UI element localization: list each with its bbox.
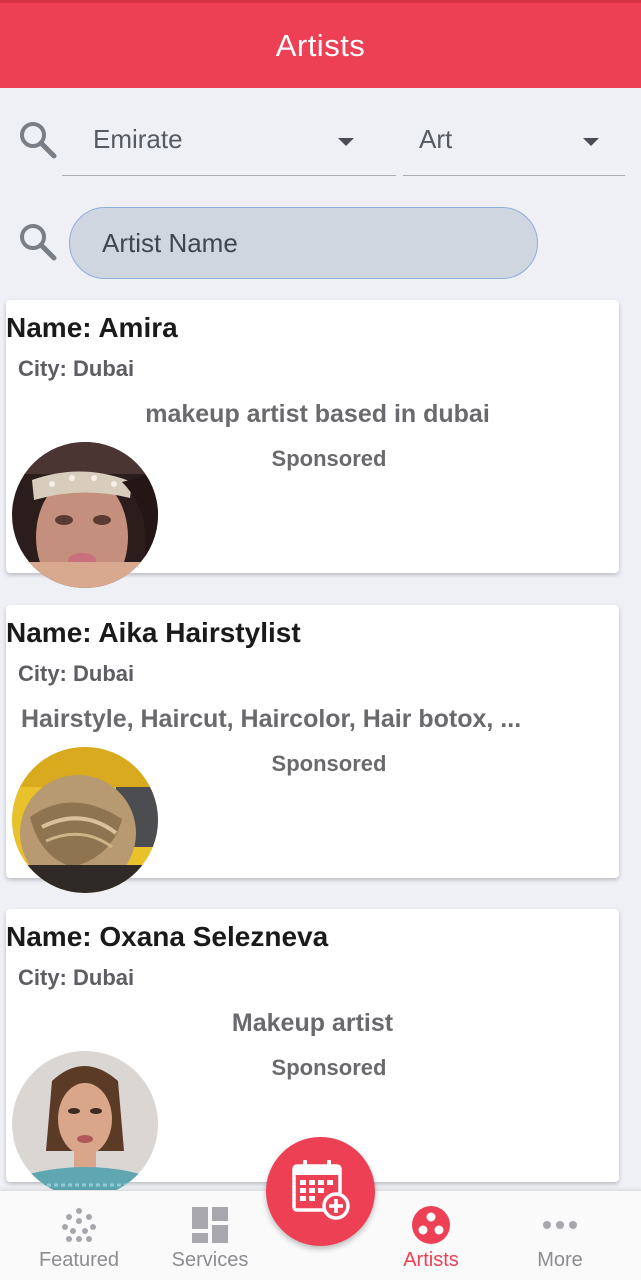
artist-description: Hairstyle, Haircut, Haircolor, Hair boto…	[21, 705, 522, 733]
artist-name-input[interactable]	[69, 207, 538, 279]
artist-name: Name: Amira	[6, 312, 178, 343]
artist-city: City: Dubai	[18, 356, 135, 381]
artist-card[interactable]: Name: Amira City: Dubai makeup artist ba…	[6, 300, 619, 588]
nav-services[interactable]: Services	[160, 1191, 260, 1280]
nav-featured[interactable]: Featured	[28, 1191, 130, 1280]
artist-name: Name: Oxana Selezneva	[6, 921, 329, 952]
services-grid-icon	[190, 1207, 230, 1243]
artist-city: City: Dubai	[18, 965, 135, 990]
filter-row: Emirate Art	[0, 104, 641, 180]
emirate-dropdown-value: Emirate	[93, 124, 183, 154]
search-icon	[18, 120, 58, 160]
booking-fab-button[interactable]	[266, 1137, 375, 1246]
nav-artists[interactable]: Artists	[386, 1191, 476, 1280]
artist-description: makeup artist based in dubai	[145, 400, 490, 428]
nav-label-services: Services	[171, 1249, 249, 1271]
emirate-dropdown[interactable]: Emirate	[62, 104, 396, 176]
artists-circle-icon	[411, 1206, 451, 1244]
nav-more[interactable]: More	[520, 1191, 600, 1280]
chevron-down-icon	[338, 138, 354, 146]
app-bar: Artists	[0, 0, 641, 88]
page-title: Artists	[275, 27, 366, 63]
artist-card[interactable]: Name: Aika Hairstylist City: Dubai Hairs…	[6, 605, 619, 893]
artist-city: City: Dubai	[18, 661, 135, 686]
nav-label-more: More	[537, 1249, 583, 1271]
nav-label-artists: Artists	[403, 1249, 459, 1271]
featured-dots-icon	[59, 1207, 99, 1243]
chevron-down-icon	[583, 138, 599, 146]
artist-avatar	[12, 1051, 158, 1197]
calendar-add-icon	[288, 1156, 354, 1227]
artist-avatar	[12, 747, 158, 893]
search-icon	[18, 222, 58, 262]
art-dropdown[interactable]: Art	[403, 104, 625, 176]
artist-description: Makeup artist	[231, 1009, 394, 1037]
artist-name: Name: Aika Hairstylist	[6, 617, 301, 648]
art-dropdown-value: Art	[419, 124, 453, 154]
more-dots-icon	[540, 1207, 580, 1243]
nav-label-featured: Featured	[38, 1249, 120, 1271]
artist-avatar	[12, 442, 158, 588]
